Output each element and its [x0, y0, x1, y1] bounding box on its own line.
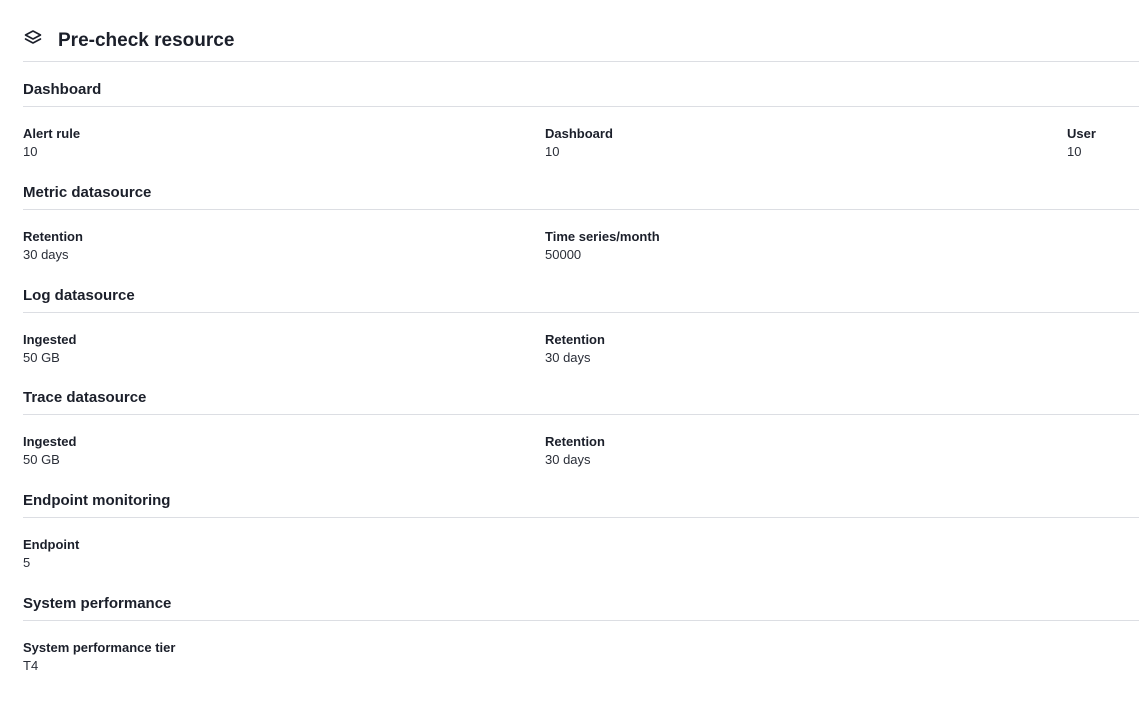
page-title: Pre-check resource — [58, 30, 235, 51]
precheck-resource-panel: Pre-check resource Dashboard Alert rule … — [0, 0, 1139, 710]
section-items: System performance tier T4 — [23, 621, 1139, 673]
section-endpoint-monitoring: Endpoint monitoring Endpoint 5 — [23, 491, 1139, 570]
item-label: Endpoint — [23, 537, 80, 552]
section-log-datasource: Log datasource Ingested 50 GB Retention … — [23, 286, 1139, 365]
section-trace-datasource: Trace datasource Ingested 50 GB Retentio… — [23, 388, 1139, 467]
layers-icon — [23, 29, 43, 49]
resource-item-retention: Retention 30 days — [545, 433, 605, 468]
item-label: Retention — [545, 332, 605, 347]
item-label: Retention — [545, 434, 605, 449]
item-value: 50 GB — [23, 350, 60, 365]
item-value: 50 GB — [23, 452, 60, 467]
item-value: 30 days — [545, 350, 591, 365]
item-label: Time series/month — [545, 229, 660, 244]
item-label: Alert rule — [23, 126, 81, 141]
item-label: Ingested — [23, 332, 77, 347]
section-title: Dashboard — [23, 80, 1139, 107]
section-items: Alert rule 10 Dashboard 10 User 10 — [23, 107, 1139, 159]
item-value: 10 — [545, 144, 560, 159]
item-value: T4 — [23, 658, 39, 673]
item-value: 10 — [23, 144, 38, 159]
resource-item-ingested: Ingested 50 GB — [23, 331, 76, 366]
section-title: Endpoint monitoring — [23, 491, 1139, 518]
resource-item-user: User 10 — [1067, 125, 1096, 160]
section-items: Ingested 50 GB Retention 30 days — [23, 313, 1139, 365]
resource-item-retention: Retention 30 days — [545, 331, 605, 366]
item-value: 10 — [1067, 144, 1082, 159]
resource-item-endpoint: Endpoint 5 — [23, 536, 79, 571]
item-value: 5 — [23, 555, 31, 570]
section-dashboard: Dashboard Alert rule 10 Dashboard 10 Use… — [23, 80, 1139, 159]
item-value: 30 days — [545, 452, 591, 467]
item-value: 30 days — [23, 247, 69, 262]
item-label: User — [1067, 126, 1096, 141]
item-value: 50000 — [545, 247, 582, 262]
resource-item-alert-rule: Alert rule 10 — [23, 125, 80, 160]
section-metric-datasource: Metric datasource Retention 30 days Time… — [23, 183, 1139, 262]
item-label: Dashboard — [545, 126, 613, 141]
resource-item-performance-tier: System performance tier T4 — [23, 639, 175, 674]
section-title: Log datasource — [23, 286, 1139, 313]
resource-item-ingested: Ingested 50 GB — [23, 433, 76, 468]
item-label: Ingested — [23, 434, 77, 449]
section-system-performance: System performance System performance ti… — [23, 594, 1139, 673]
item-label: System performance tier — [23, 640, 176, 655]
resource-item-dashboard: Dashboard 10 — [545, 125, 613, 160]
section-title: Metric datasource — [23, 183, 1139, 210]
section-title: System performance — [23, 594, 1139, 621]
section-items: Endpoint 5 — [23, 518, 1139, 570]
section-title: Trace datasource — [23, 388, 1139, 415]
section-items: Retention 30 days Time series/month 5000… — [23, 210, 1139, 262]
panel-header: Pre-check resource — [23, 24, 1139, 62]
section-items: Ingested 50 GB Retention 30 days — [23, 415, 1139, 467]
item-label: Retention — [23, 229, 83, 244]
resource-item-time-series: Time series/month 50000 — [545, 228, 660, 263]
resource-item-retention: Retention 30 days — [23, 228, 83, 263]
